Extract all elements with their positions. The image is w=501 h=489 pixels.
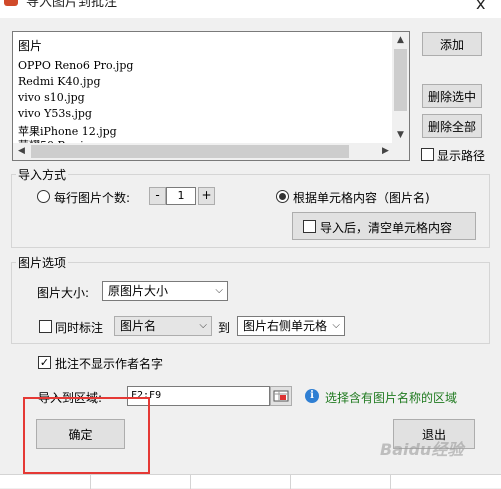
annotate-content-select[interactable]: 图片名 ⌵ — [114, 316, 212, 336]
annotate-checkbox[interactable] — [39, 320, 52, 333]
title-bar: 导入图片到批注 x — [0, 0, 501, 18]
clear-cell-option[interactable]: 导入后，清空单元格内容 — [292, 212, 476, 240]
increment-button[interactable]: + — [198, 187, 215, 205]
list-item[interactable]: OPPO Reno6 Pro.jpg — [18, 59, 133, 72]
chevron-down-icon: ⌵ — [215, 285, 223, 296]
image-size-select[interactable]: 原图片大小 ⌵ — [102, 281, 228, 301]
vertical-scrollbar[interactable]: ▲ ▼ — [392, 32, 409, 144]
delete-all-button[interactable]: 删除全部 — [422, 114, 482, 138]
scroll-corner — [392, 143, 409, 160]
watermark: Baidu经验 — [380, 440, 464, 459]
list-header: 图片 — [18, 39, 43, 53]
list-item[interactable]: vivo Y53s.jpg — [18, 107, 92, 120]
chevron-down-icon: ⌵ — [332, 320, 340, 331]
list-item[interactable]: Redmi K40.jpg — [18, 75, 100, 88]
hide-author-checkbox[interactable]: ✓ — [38, 356, 51, 369]
highlight-box — [23, 397, 150, 474]
annotate-content-value: 图片名 — [120, 319, 157, 333]
to-label: 到 — [218, 321, 231, 335]
range-select-button[interactable] — [270, 386, 292, 406]
decrement-button[interactable]: - — [149, 187, 166, 205]
app-icon — [4, 0, 18, 6]
scroll-up-icon[interactable]: ▲ — [392, 32, 409, 48]
per-row-label: 每行图片个数: — [54, 191, 131, 205]
by-cell-label: 根据单元格内容（图片名) — [293, 191, 430, 205]
image-options-legend: 图片选项 — [16, 254, 69, 271]
spreadsheet-background — [0, 474, 501, 489]
info-icon: i — [305, 389, 319, 403]
per-row-radio[interactable] — [37, 190, 50, 203]
range-picker-icon — [273, 390, 289, 402]
show-path-label: 显示路径 — [437, 149, 486, 163]
clear-cell-label: 导入后，清空单元格内容 — [320, 221, 453, 235]
show-path-checkbox[interactable] — [421, 148, 434, 161]
annotate-target-select[interactable]: 图片右侧单元格 ⌵ — [237, 316, 345, 336]
list-item[interactable]: vivo s10.jpg — [18, 91, 85, 104]
scrollbar-thumb[interactable] — [31, 145, 349, 158]
window-title: 导入图片到批注 — [26, 0, 118, 10]
image-listbox[interactable]: 图片 OPPO Reno6 Pro.jpg Redmi K40.jpg vivo… — [12, 31, 410, 161]
scroll-down-icon[interactable]: ▼ — [392, 127, 409, 143]
image-size-value: 原图片大小 — [108, 284, 169, 298]
scrollbar-thumb[interactable] — [394, 49, 407, 111]
clear-cell-checkbox[interactable] — [303, 220, 316, 233]
annotate-target-value: 图片右侧单元格 — [243, 319, 328, 333]
scroll-left-icon[interactable]: ◀ — [13, 143, 30, 160]
annotate-label: 同时标注 — [55, 321, 104, 335]
delete-selected-button[interactable]: 删除选中 — [422, 84, 482, 108]
import-region-hint: 选择含有图片名称的区域 — [325, 391, 458, 405]
horizontal-scrollbar[interactable]: ◀ ▶ — [13, 143, 394, 160]
add-button[interactable]: 添加 — [422, 32, 482, 56]
by-cell-radio[interactable] — [276, 190, 289, 203]
hide-author-label: 批注不显示作者名字 — [55, 357, 164, 371]
per-row-count[interactable]: 1 — [166, 187, 196, 205]
chevron-down-icon: ⌵ — [199, 320, 207, 331]
image-size-label: 图片大小: — [37, 286, 90, 300]
close-icon[interactable]: x — [476, 0, 485, 13]
import-mode-legend: 导入方式 — [16, 166, 69, 183]
